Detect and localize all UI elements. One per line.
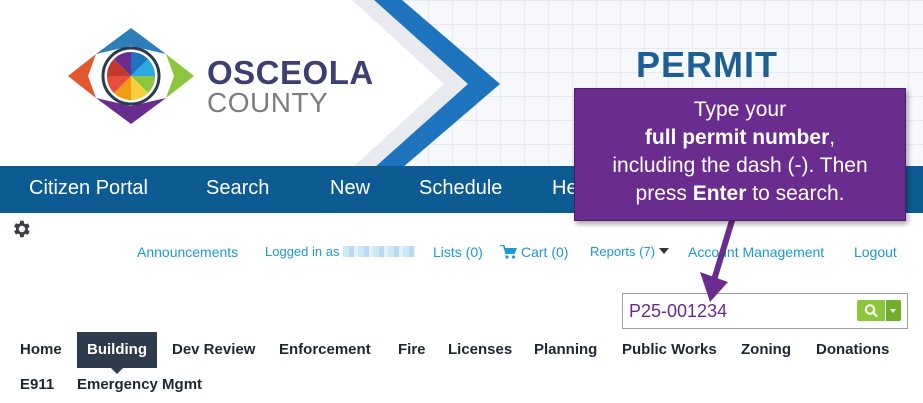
logged-in-text: Logged in as [265,244,340,259]
callout-bold-permit-number: full permit number [644,126,830,149]
logged-in-label: Logged in as [265,243,416,261]
tab-building[interactable]: Building [77,332,157,374]
instruction-callout: Type your full permit number, including … [574,88,906,221]
logo-text-county: COUNTY [207,87,329,118]
tab-planning[interactable]: Planning [534,332,597,368]
search-icon [864,304,878,318]
tab-zoning[interactable]: Zoning [741,332,791,368]
callout-to-search: to search. [752,182,845,205]
banner-title: PERMIT [636,44,779,85]
cart-label: Cart (0) [521,244,569,260]
dropdown-caret-icon [890,309,896,313]
tab-public-works[interactable]: Public Works [622,332,717,368]
tab-building-label: Building [87,341,147,358]
callout-press: press [635,182,687,205]
tab-fire[interactable]: Fire [398,332,426,368]
callout-line-1: Type your [693,98,787,121]
logout-link[interactable]: Logout [854,243,897,261]
tab-donations[interactable]: Donations [816,332,889,368]
search-button[interactable] [857,300,885,321]
tab-home[interactable]: Home [20,332,62,368]
callout-comma: , [829,126,836,149]
tab-dev-review[interactable]: Dev Review [172,332,255,368]
callout-line-3: including the dash (-). Then [612,154,868,177]
chevron-down-icon [659,248,670,254]
tab-e911[interactable]: E911 [20,367,54,403]
announcements-link[interactable]: Announcements [137,243,238,261]
callout-line-2: full permit number, [575,124,905,152]
nav-citizen-portal[interactable]: Citizen Portal [29,166,148,213]
top-links: Announcements Logged in as Lists (0) Car… [0,243,923,261]
nav-new[interactable]: New [330,166,370,213]
permit-search-box [622,293,908,329]
nav-schedule[interactable]: Schedule [419,166,502,213]
tab-emergency-mgmt[interactable]: Emergency Mgmt [77,367,202,403]
callout-enter-key: Enter [692,182,747,205]
search-options-dropdown[interactable] [886,300,901,321]
reports-label: Reports (7) [590,244,656,259]
username-redacted [343,246,416,257]
gear-icon[interactable] [10,218,32,240]
lists-link[interactable]: Lists (0) [433,243,483,261]
logo-text-osceola: OSCEOLA [207,54,374,91]
nav-search[interactable]: Search [206,166,269,213]
callout-arrow-icon [700,211,737,302]
reports-menu[interactable]: Reports (7) [590,243,670,261]
callout-line-4: press Enter to search. [575,180,905,208]
osceola-logo-icon [68,28,194,124]
cart-icon [500,245,517,259]
tab-licenses[interactable]: Licenses [448,332,512,368]
cart-link[interactable]: Cart (0) [500,243,568,261]
tab-enforcement[interactable]: Enforcement [279,332,371,368]
module-tabs: Home Building Dev Review Enforcement Fir… [0,332,923,403]
